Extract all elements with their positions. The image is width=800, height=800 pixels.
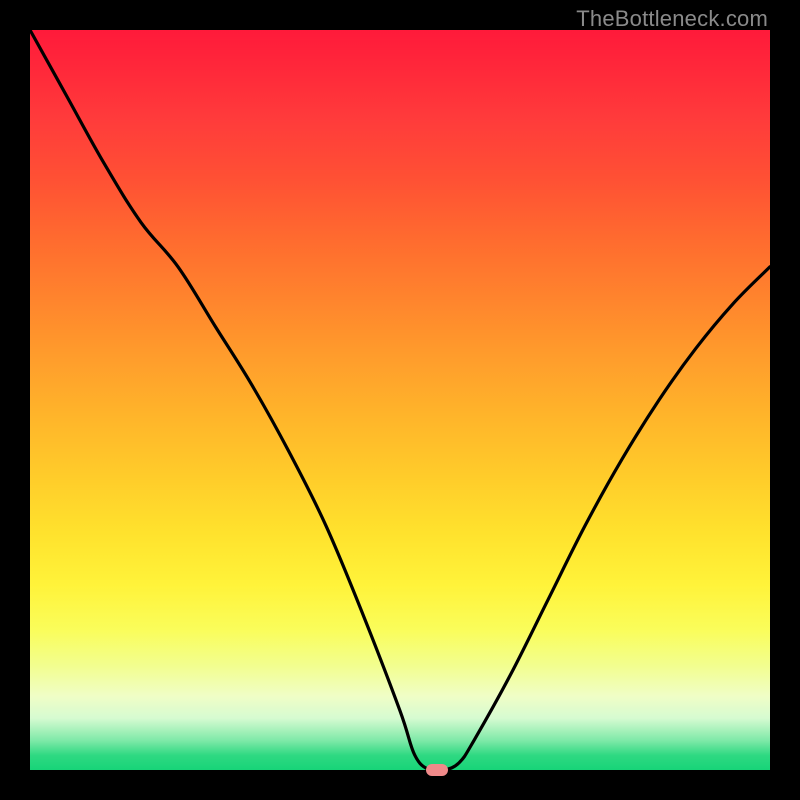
curve-path: [30, 30, 770, 770]
plot-area: [30, 30, 770, 770]
watermark-text: TheBottleneck.com: [576, 6, 768, 32]
minimum-marker: [426, 764, 448, 776]
bottleneck-curve: [30, 30, 770, 770]
chart-container: TheBottleneck.com: [0, 0, 800, 800]
